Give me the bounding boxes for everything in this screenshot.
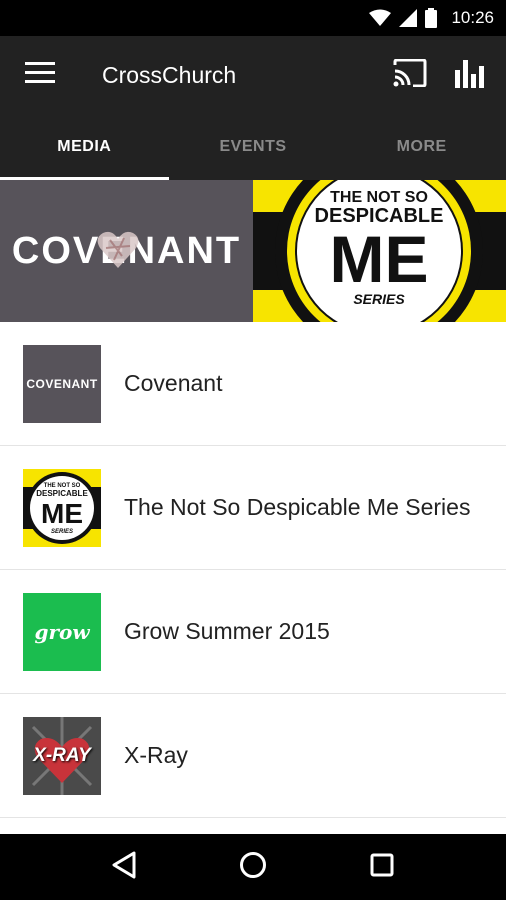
app-title: CrossChurch (102, 61, 237, 88)
banner-dme-line3: ME (330, 222, 429, 296)
status-time: 10:26 (451, 8, 494, 27)
menu-button[interactable] (0, 36, 80, 114)
stats-button[interactable] (440, 36, 500, 114)
list-item-covenant[interactable]: COVENANT Covenant (0, 322, 506, 446)
thumbnail-xray-text: X-RAY (33, 744, 91, 766)
list-item-despicable-me[interactable]: THE NOT SO DESPICABLE ME SERIES The Not … (0, 446, 506, 570)
tab-more[interactable]: MORE (337, 114, 506, 180)
thumbnail-grow: grow (23, 592, 101, 671)
status-bar: 10:26 (0, 0, 506, 36)
list-item-xray[interactable]: X-RAY X-Ray (0, 694, 506, 818)
thumbnail-xray: X-RAY (23, 716, 101, 795)
battery-icon (425, 8, 438, 28)
wifi-icon (369, 9, 392, 27)
home-icon (239, 851, 267, 884)
cast-button[interactable] (380, 36, 440, 114)
thumb-dme-line4: SERIES (51, 529, 73, 535)
tab-media[interactable]: MEDIA (0, 114, 169, 180)
thumb-dme-line3: ME (41, 498, 83, 529)
heart-icon (97, 231, 139, 268)
system-nav-bar (0, 834, 506, 900)
signal-icon (399, 9, 418, 27)
recents-button[interactable] (352, 837, 412, 897)
tab-bar: MEDIA EVENTS MORE (0, 114, 506, 180)
list-item-title: X-Ray (124, 742, 188, 768)
recents-icon (370, 853, 394, 882)
cast-icon (393, 58, 427, 92)
back-button[interactable] (94, 837, 154, 897)
despicable-me-artwork: THE NOT SO DESPICABLE ME SERIES (253, 180, 506, 322)
list-item-grow[interactable]: grow Grow Summer 2015 (0, 570, 506, 694)
thumbnail-despicable-me: THE NOT SO DESPICABLE ME SERIES (23, 468, 101, 547)
tab-events[interactable]: EVENTS (169, 114, 338, 180)
media-list: COVENANT Covenant THE NOT SO DESPICABLE … (0, 322, 506, 818)
list-item-title: Covenant (124, 370, 223, 396)
menu-icon (25, 61, 55, 89)
featured-banner: COVENANT THE NOT SO DESPICABLE ME SERIES (0, 180, 506, 322)
thumbnail-covenant-text: COVENANT (26, 376, 98, 391)
banner-covenant[interactable]: COVENANT (0, 180, 253, 322)
thumb-dme-line2: DESPICABLE (36, 489, 88, 498)
thumbnail-grow-text: grow (34, 619, 90, 644)
banner-dme-line4: SERIES (353, 291, 405, 307)
thumbnail-covenant: COVENANT (23, 344, 101, 423)
list-item-title: The Not So Despicable Me Series (124, 494, 471, 520)
back-icon (111, 851, 137, 884)
home-button[interactable] (223, 837, 283, 897)
app-bar: CrossChurch (0, 36, 506, 114)
banner-despicable-me[interactable]: THE NOT SO DESPICABLE ME SERIES (253, 180, 506, 322)
banner-dme-line1: THE NOT SO (330, 189, 428, 206)
bar-chart-icon (454, 58, 486, 93)
list-item-title: Grow Summer 2015 (124, 618, 330, 644)
